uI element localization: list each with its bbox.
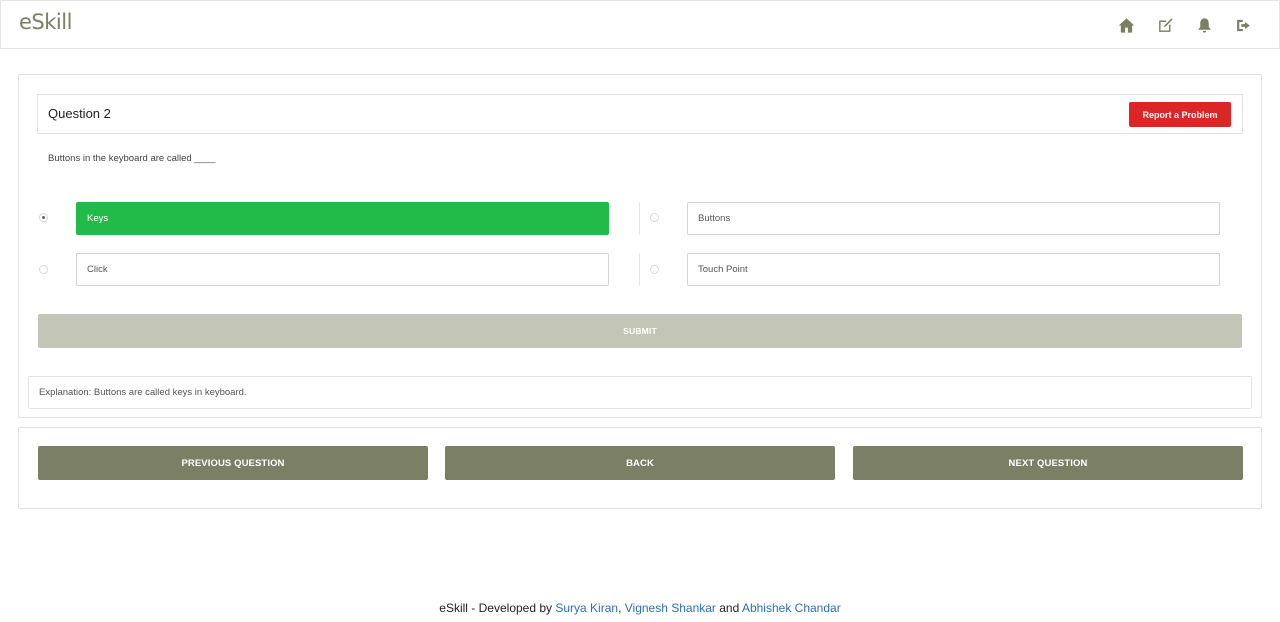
option-keys[interactable]: Keys: [76, 202, 609, 235]
option-keys-radio[interactable]: [39, 213, 48, 222]
option-touch-point-radio[interactable]: [650, 265, 659, 274]
submit-button[interactable]: SUBMIT: [38, 314, 1242, 348]
footer-separator: and: [715, 601, 742, 615]
question-panel: Question 2 Report a Problem Buttons in t…: [18, 74, 1262, 418]
question-text: Buttons in the keyboard are called ____: [48, 153, 216, 164]
option-buttons[interactable]: Buttons: [687, 202, 1220, 235]
brand-logo[interactable]: eSkill: [19, 10, 72, 34]
explanation-box: Explanation: Buttons are called keys in …: [28, 376, 1252, 409]
home-icon[interactable]: [1117, 16, 1136, 35]
developer-link-surya-kiran[interactable]: Surya Kiran: [555, 601, 618, 615]
footer: eSkill - Developed by Surya Kiran, Vigne…: [0, 601, 1280, 615]
next-question-button[interactable]: NEXT QUESTION: [853, 446, 1243, 480]
footer-separator: ,: [618, 601, 625, 615]
back-button[interactable]: BACK: [445, 446, 835, 480]
option-click-radio[interactable]: [39, 265, 48, 274]
column-divider: [639, 253, 640, 286]
option-click[interactable]: Click: [76, 253, 609, 286]
footer-prefix: eSkill - Developed by: [439, 601, 556, 615]
question-header: Question 2 Report a Problem: [37, 94, 1243, 134]
column-divider: [639, 202, 640, 235]
navbar: eSkill: [0, 0, 1280, 49]
report-problem-button[interactable]: Report a Problem: [1129, 102, 1231, 127]
edit-icon[interactable]: [1156, 16, 1175, 35]
sign-out-icon[interactable]: [1234, 16, 1253, 35]
bell-icon[interactable]: [1195, 16, 1214, 35]
nav-icons: [1117, 16, 1253, 35]
option-touch-point[interactable]: Touch Point: [687, 253, 1220, 286]
previous-question-button[interactable]: PREVIOUS QUESTION: [38, 446, 428, 480]
question-title: Question 2: [48, 106, 111, 121]
option-buttons-radio[interactable]: [650, 213, 659, 222]
developer-link-vignesh-shankar[interactable]: Vignesh Shankar: [625, 601, 716, 615]
developer-link-abhishek-chandar[interactable]: Abhishek Chandar: [742, 601, 841, 615]
question-navigation: PREVIOUS QUESTION BACK NEXT QUESTION: [18, 427, 1262, 509]
